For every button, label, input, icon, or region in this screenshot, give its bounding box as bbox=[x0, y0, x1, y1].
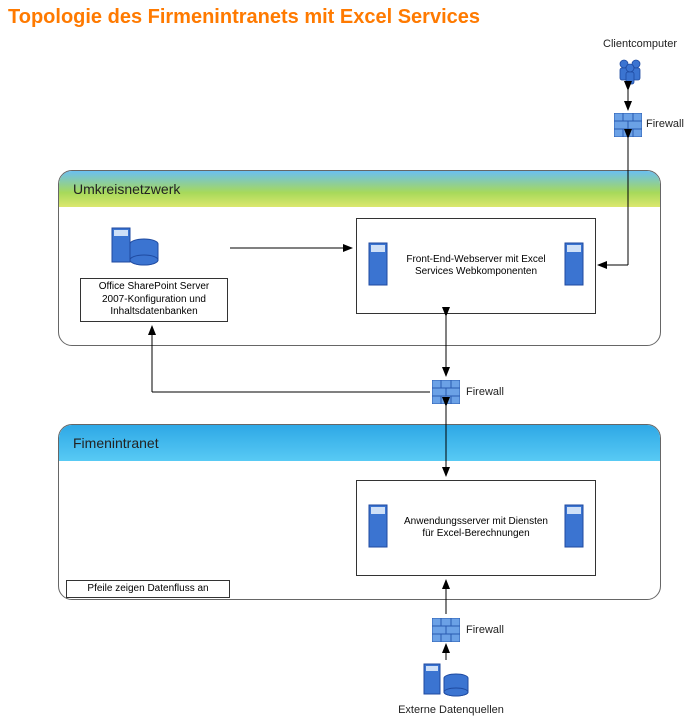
arrows bbox=[0, 0, 689, 724]
